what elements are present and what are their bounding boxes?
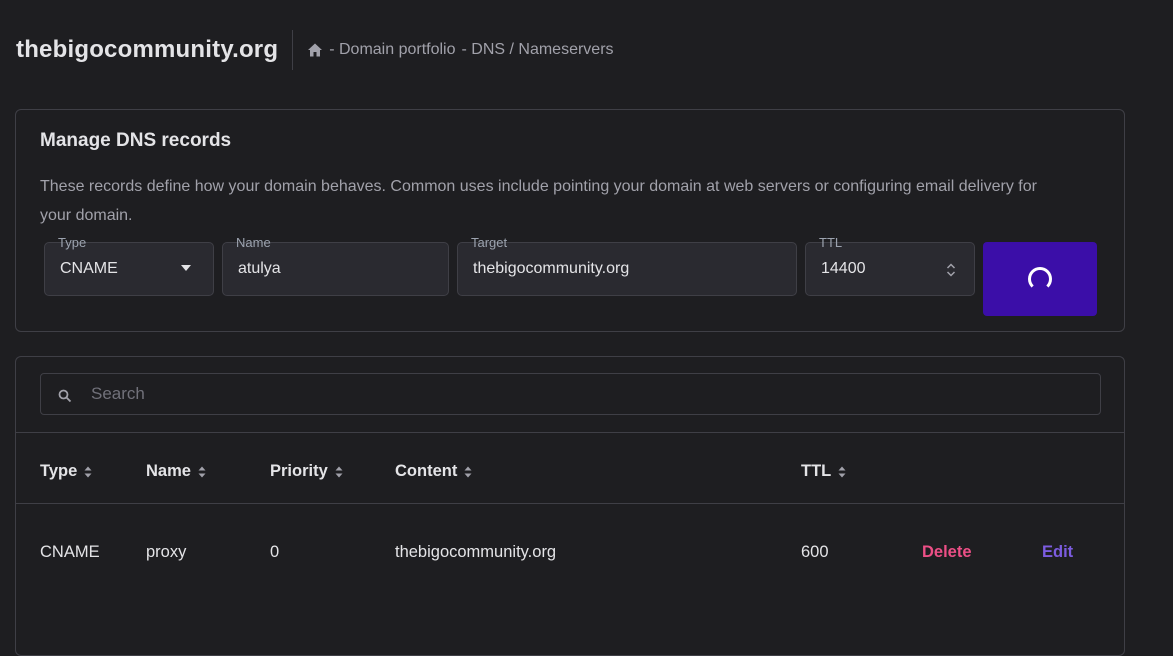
column-header-name[interactable]: Name	[146, 462, 206, 481]
column-header-label: Type	[40, 462, 78, 480]
card-title: Manage DNS records	[40, 130, 232, 151]
home-icon[interactable]	[307, 42, 323, 58]
type-label: Type	[58, 235, 87, 250]
column-header-type[interactable]: Type	[40, 462, 92, 481]
breadcrumb-dns-nameservers[interactable]: - DNS / Nameservers	[462, 41, 614, 59]
column-header-ttl[interactable]: TTL	[801, 462, 846, 481]
target-value[interactable]: thebigocommunity.org	[473, 260, 629, 278]
edit-button[interactable]: Edit	[1042, 543, 1073, 562]
name-label: Name	[236, 235, 271, 250]
column-header-content[interactable]: Content	[395, 462, 472, 481]
site-title[interactable]: thebigocommunity.org	[16, 36, 278, 64]
manage-dns-card: Manage DNS records These records define …	[15, 109, 1125, 332]
caret-down-icon[interactable]	[181, 265, 191, 271]
target-field[interactable]: Target thebigocommunity.org	[457, 235, 797, 296]
column-header-priority[interactable]: Priority	[270, 462, 343, 481]
ttl-value[interactable]: 14400	[821, 260, 866, 278]
stepper-icon[interactable]	[946, 262, 956, 278]
type-value: CNAME	[60, 260, 118, 277]
breadcrumb: - Domain portfolio - DNS / Nameservers	[307, 41, 614, 59]
search-input[interactable]	[89, 374, 1079, 414]
name-value[interactable]: atulya	[238, 260, 281, 278]
cell-ttl: 600	[801, 543, 829, 561]
name-field[interactable]: Name atulya	[222, 235, 449, 296]
ttl-field[interactable]: TTL 14400	[805, 235, 975, 296]
card-description: These records define how your domain beh…	[40, 178, 1037, 224]
cell-priority: 0	[270, 543, 280, 561]
ttl-label: TTL	[819, 235, 843, 250]
loading-spinner-icon	[1028, 267, 1052, 291]
cell-content: thebigocommunity.org	[395, 543, 557, 561]
submit-button[interactable]	[983, 242, 1097, 316]
search-icon	[58, 389, 72, 403]
target-label: Target	[471, 235, 508, 250]
sort-icon[interactable]	[84, 466, 92, 478]
sort-icon[interactable]	[198, 466, 206, 478]
column-header-label: TTL	[801, 462, 832, 480]
type-select[interactable]: Type CNAME	[44, 235, 214, 296]
search-box[interactable]	[40, 373, 1101, 415]
delete-button[interactable]: Delete	[922, 543, 972, 562]
column-header-label: Name	[146, 462, 191, 480]
divider	[16, 432, 1124, 433]
sort-icon[interactable]	[464, 466, 472, 478]
breadcrumb-domain-portfolio[interactable]: - Domain portfolio	[329, 41, 455, 59]
header-divider	[292, 30, 294, 70]
column-header-label: Content	[395, 462, 458, 480]
divider	[16, 503, 1124, 504]
column-header-label: Priority	[270, 462, 328, 480]
cell-name: proxy	[146, 543, 187, 561]
page-header: thebigocommunity.org - Domain portfolio …	[16, 30, 614, 70]
sort-icon[interactable]	[838, 466, 846, 478]
cell-type: CNAME	[40, 543, 100, 561]
sort-icon[interactable]	[335, 466, 343, 478]
dns-records-card: Type Name Priority Content TTL CNAME pro…	[15, 356, 1125, 656]
